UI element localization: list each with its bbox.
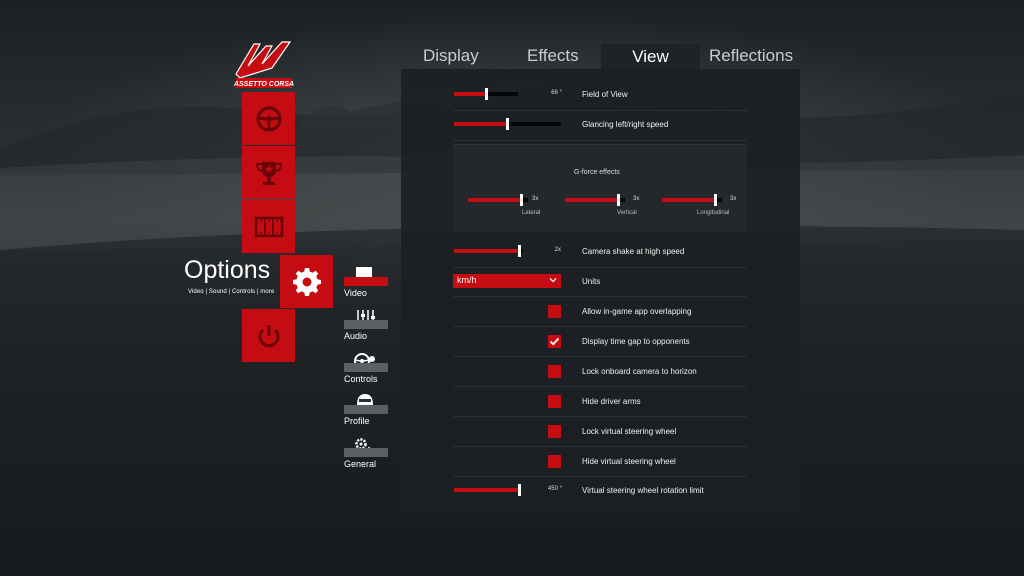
gforce-vertical-knob[interactable] bbox=[617, 194, 620, 206]
submenu-general-bar bbox=[344, 448, 388, 457]
fov-value: 66 ° bbox=[551, 90, 562, 96]
steering-rotation-knob[interactable] bbox=[517, 484, 521, 496]
submenu-general[interactable]: General bbox=[344, 436, 388, 472]
submenu-controls[interactable]: Controls bbox=[344, 351, 388, 387]
gforce-lateral-label: Lateral bbox=[522, 210, 541, 216]
chevron-down-icon bbox=[549, 278, 557, 283]
hide-arms-checkbox[interactable] bbox=[548, 395, 561, 408]
lock-wheel-label: Lock virtual steering wheel bbox=[582, 427, 677, 436]
gforce-lateral-knob[interactable] bbox=[520, 194, 523, 206]
submenu-video-label: Video bbox=[344, 288, 367, 298]
submenu-video-bar bbox=[344, 277, 388, 286]
options-subtitle: Video | Sound | Controls | more bbox=[188, 289, 275, 295]
film-strip-icon bbox=[254, 216, 283, 237]
app-overlap-label: Allow in-game app overlapping bbox=[582, 307, 692, 316]
glancing-slider-fill bbox=[454, 122, 508, 126]
gforce-lateral-fill bbox=[468, 198, 522, 202]
units-selected-value: km/h bbox=[457, 275, 477, 285]
submenu-profile-label: Profile bbox=[344, 416, 370, 426]
gforce-vertical-label: Vertical bbox=[617, 210, 637, 216]
quit-menu-tile[interactable] bbox=[242, 309, 295, 362]
time-gap-checkbox[interactable] bbox=[548, 335, 561, 348]
submenu-general-label: General bbox=[344, 459, 377, 469]
app-overlap-checkbox[interactable] bbox=[548, 305, 561, 318]
glancing-label: Glancing left/right speed bbox=[582, 120, 669, 129]
steering-rotation-value: 450 ° bbox=[547, 486, 562, 492]
gforce-vertical-fill bbox=[565, 198, 619, 202]
submenu-audio-label: Audio bbox=[344, 331, 368, 341]
fov-slider-fill bbox=[454, 92, 488, 96]
submenu-video[interactable]: Video bbox=[344, 265, 388, 301]
camera-shake-value: 2x bbox=[554, 247, 561, 253]
steering-rotation-fill bbox=[454, 488, 520, 492]
power-icon bbox=[258, 324, 279, 347]
camera-shake-slider[interactable] bbox=[454, 245, 523, 257]
fov-slider-knob[interactable] bbox=[485, 88, 489, 100]
submenu-controls-bar bbox=[344, 363, 388, 372]
replay-menu-tile[interactable] bbox=[242, 200, 295, 253]
drive-menu-tile[interactable] bbox=[242, 92, 295, 145]
units-label: Units bbox=[582, 277, 601, 286]
glancing-slider-knob[interactable] bbox=[505, 118, 509, 130]
hide-arms-label: Hide driver arms bbox=[582, 397, 641, 406]
gforce-longitudinal-fill bbox=[662, 198, 716, 202]
gforce-title: G-force effects bbox=[574, 169, 620, 176]
units-select[interactable]: km/h bbox=[453, 274, 561, 288]
tab-display[interactable]: Display bbox=[423, 46, 479, 66]
gforce-vertical-slider[interactable] bbox=[565, 194, 625, 206]
hide-wheel-label: Hide virtual steering wheel bbox=[582, 457, 676, 466]
gforce-longitudinal-label: Longitudinal bbox=[697, 210, 730, 216]
tab-effects[interactable]: Effects bbox=[527, 46, 579, 66]
submenu-controls-label: Controls bbox=[344, 374, 378, 384]
submenu-profile-bar bbox=[344, 405, 388, 414]
camera-shake-label: Camera shake at high speed bbox=[582, 247, 685, 256]
checkmark-icon bbox=[549, 337, 560, 346]
hide-wheel-checkbox[interactable] bbox=[548, 455, 561, 468]
fov-label: Field of View bbox=[582, 90, 628, 99]
championship-menu-tile[interactable] bbox=[242, 146, 295, 199]
steering-rotation-slider[interactable] bbox=[454, 484, 521, 496]
submenu-audio-bar bbox=[344, 320, 388, 329]
gforce-section bbox=[453, 144, 747, 232]
trophy-icon bbox=[255, 161, 282, 185]
submenu-profile[interactable]: Profile bbox=[344, 393, 388, 429]
gforce-lateral-slider[interactable] bbox=[468, 194, 528, 206]
lock-camera-label: Lock onboard camera to horizon bbox=[582, 367, 697, 376]
steering-rotation-label: Virtual steering wheel rotation limit bbox=[582, 486, 704, 495]
fov-slider[interactable] bbox=[454, 88, 518, 100]
camera-shake-knob[interactable] bbox=[517, 245, 521, 257]
gforce-lateral-value: 3x bbox=[532, 196, 539, 202]
lock-camera-checkbox[interactable] bbox=[548, 365, 561, 378]
steering-wheel-icon bbox=[256, 106, 281, 131]
gforce-longitudinal-slider[interactable] bbox=[662, 194, 722, 206]
svg-text:ASSETTO CORSA: ASSETTO CORSA bbox=[233, 81, 294, 88]
camera-shake-fill bbox=[454, 249, 520, 253]
submenu-audio[interactable]: Audio bbox=[344, 308, 388, 344]
time-gap-label: Display time gap to opponents bbox=[582, 337, 690, 346]
glancing-slider[interactable] bbox=[454, 118, 561, 130]
gear-icon bbox=[292, 267, 321, 296]
tab-reflections[interactable]: Reflections bbox=[709, 46, 793, 66]
gforce-longitudinal-knob[interactable] bbox=[714, 194, 717, 206]
options-title: Options bbox=[184, 256, 271, 284]
options-menu-tile[interactable] bbox=[280, 255, 333, 308]
gforce-vertical-value: 3x bbox=[633, 196, 640, 202]
gforce-longitudinal-value: 3x bbox=[730, 196, 737, 202]
lock-wheel-checkbox[interactable] bbox=[548, 425, 561, 438]
assetto-corsa-logo: ASSETTO CORSA bbox=[233, 41, 294, 88]
